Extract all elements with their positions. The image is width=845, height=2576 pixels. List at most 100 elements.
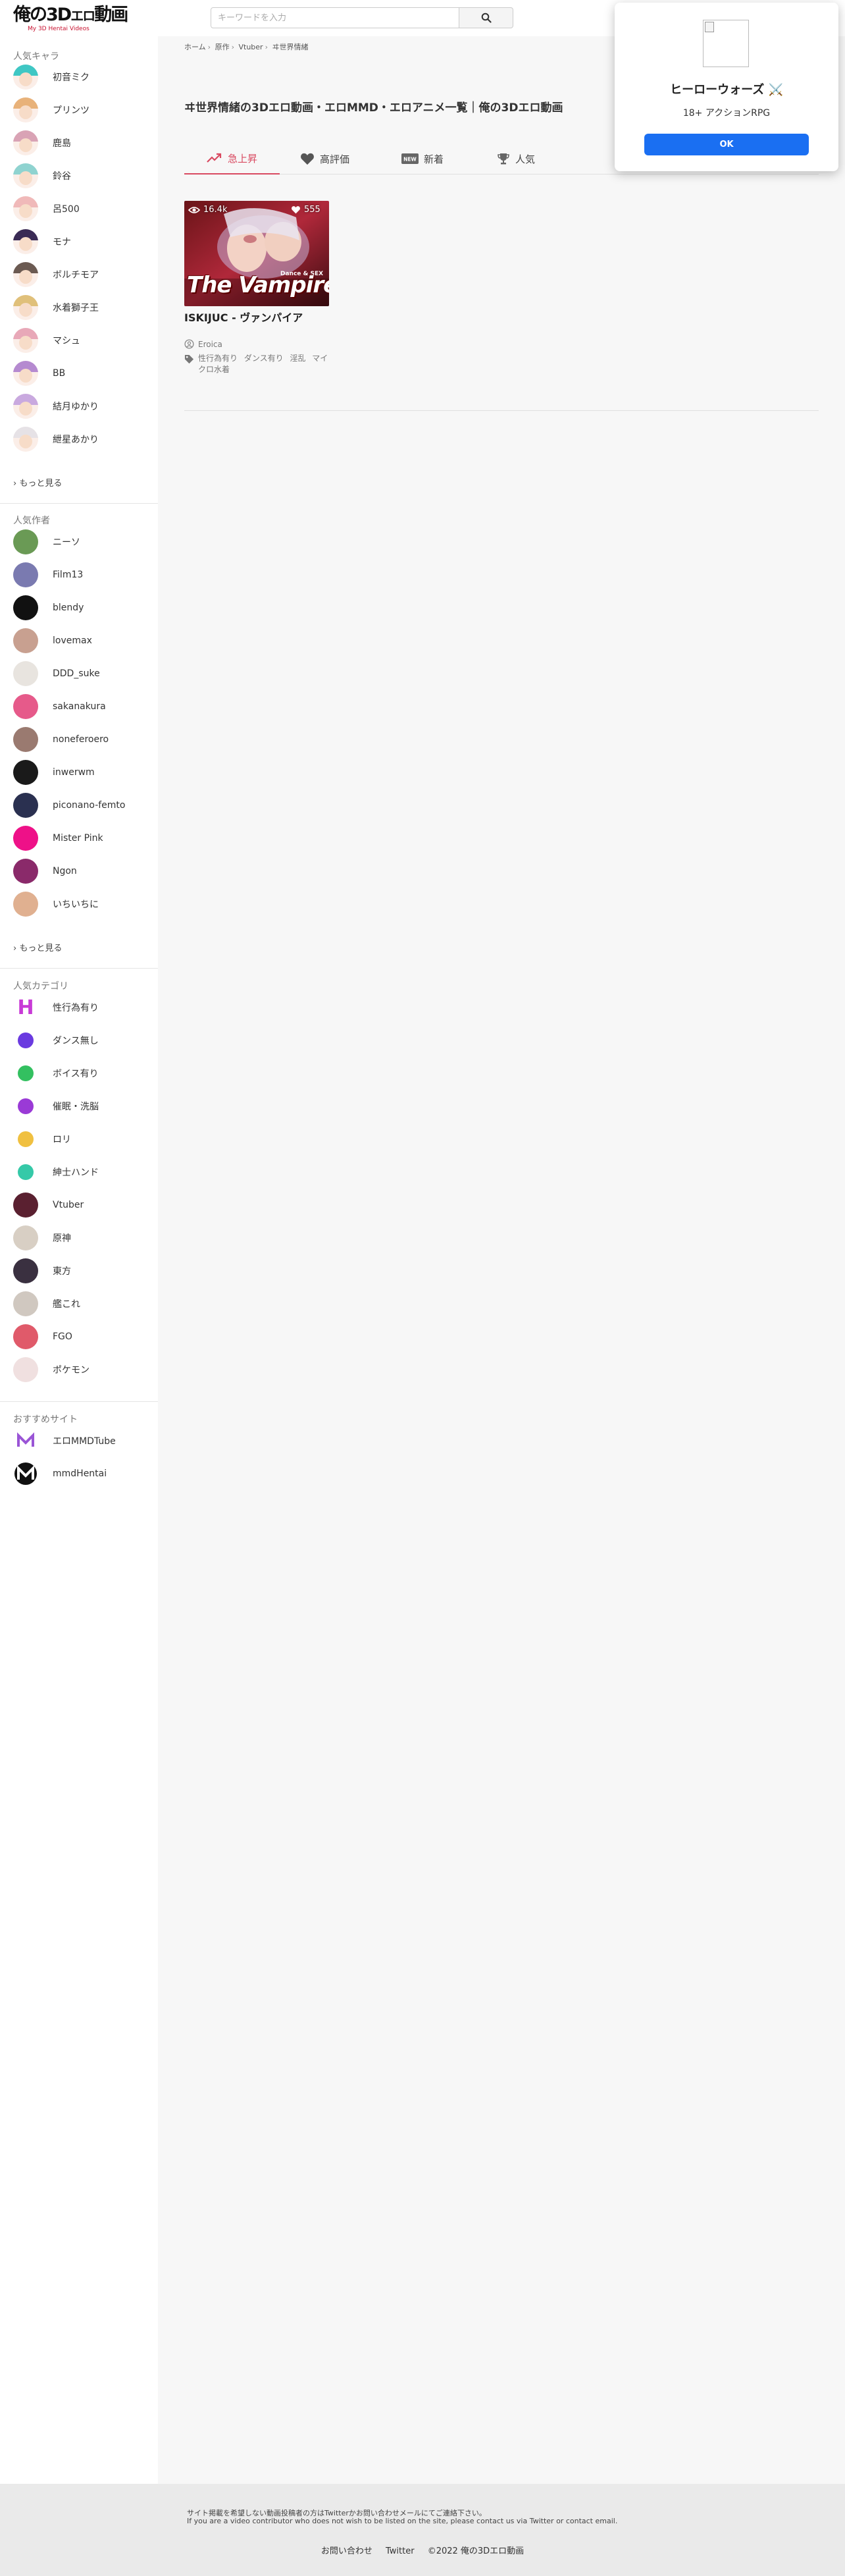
fgo-avatar <box>13 1324 38 1349</box>
sidebar-item-label: Vtuber <box>53 1200 84 1210</box>
sidebar-item-category[interactable]: 艦これ <box>13 1287 158 1320</box>
sidebar-item-label: FGO <box>53 1331 72 1342</box>
avatar <box>13 562 38 587</box>
sidebar-item-author[interactable]: いちいちに <box>13 888 158 921</box>
sidebar-item-character[interactable]: モナ <box>13 225 158 258</box>
tab-popular[interactable]: 人気 <box>497 143 535 174</box>
avatar-face <box>19 105 32 119</box>
sidebar-item-character[interactable]: 鈴谷 <box>13 159 158 192</box>
breadcrumb-original[interactable]: 原作 <box>215 43 230 51</box>
popup-ok-button[interactable]: OK <box>644 134 809 155</box>
sidebar-item-character[interactable]: 初音ミク <box>13 61 158 94</box>
twitter-link[interactable]: Twitter <box>386 2546 415 2556</box>
section-title-recommended: おすすめサイト <box>13 1414 78 1425</box>
tag-link[interactable]: ダンス有り <box>244 354 284 363</box>
contact-link[interactable]: お問い合わせ <box>321 2546 372 2556</box>
user-circle-icon <box>184 339 194 349</box>
eye-icon <box>188 206 200 213</box>
sidebar-item-author[interactable]: Film13 <box>13 558 158 591</box>
sidebar-item-character[interactable]: 呂500 <box>13 192 158 225</box>
kancolle-avatar <box>13 1291 38 1316</box>
sidebar-item-author[interactable]: Mister Pink <box>13 822 158 855</box>
section-title-authors: 人気作者 <box>13 516 50 526</box>
tag-icon <box>184 354 194 364</box>
sidebar-item-category[interactable]: Vtuber <box>13 1189 158 1221</box>
sidebar-item-category[interactable]: ロリ <box>13 1123 158 1156</box>
site-logo[interactable]: 俺の3Dエロ動画 My 3D Hentai Videos <box>13 5 128 33</box>
sidebar-item-author[interactable]: Ngon <box>13 855 158 888</box>
avatar-face <box>19 237 32 251</box>
tag-link[interactable]: 淫乱 <box>290 354 305 363</box>
search-button[interactable] <box>459 7 513 28</box>
search-input[interactable] <box>211 7 459 28</box>
sidebar-item-label: 結月ゆかり <box>53 402 99 412</box>
sidebar-item-character[interactable]: BB <box>13 357 158 390</box>
sidebar-item-label: ポケモン <box>53 1365 90 1376</box>
sidebar-item-category[interactable]: ダンス無し <box>13 1024 158 1057</box>
sidebar-item-label: いちいちに <box>53 899 99 910</box>
video-thumbnail[interactable]: 16.4k 555 Dance & SEX The Vampire <box>184 201 329 306</box>
sidebar-item-category[interactable]: 紳士ハンド <box>13 1156 158 1189</box>
sidebar-item-character[interactable]: 結月ゆかり <box>13 390 158 423</box>
sidebar-item-label: 艦これ <box>53 1299 80 1310</box>
sidebar-item-category[interactable]: ボイス有り <box>13 1057 158 1090</box>
sidebar-item-category[interactable]: 原神 <box>13 1221 158 1254</box>
sidebar-item-label: 初音ミク <box>53 72 90 83</box>
sidebar-item-label: blendy <box>53 603 84 613</box>
sidebar-item-character[interactable]: 鹿島 <box>13 126 158 159</box>
authors-more-link[interactable]: › もっと見る <box>13 941 62 953</box>
sidebar-item-author[interactable]: blendy <box>13 591 158 624</box>
sidebar-item-label: 鹿島 <box>53 138 71 149</box>
h-letter-icon: H <box>17 996 34 1019</box>
sidebar-item-author[interactable]: DDD_suke <box>13 657 158 690</box>
dancer-icon <box>13 1028 38 1053</box>
sidebar-item-character[interactable]: プリンツ <box>13 94 158 126</box>
broken-image-icon <box>705 22 714 32</box>
footer-links: お問い合わせ Twitter ©2022 俺の3Dエロ動画 <box>0 2544 845 2556</box>
breadcrumb: ホーム › 原作 › Vtuber › ヰ世界情緒 <box>184 43 309 51</box>
sidebar-item-label: sakanakura <box>53 701 106 712</box>
video-author[interactable]: Eroica <box>184 339 329 349</box>
sidebar-item-author[interactable]: inwerwm <box>13 756 158 789</box>
avatar-face <box>19 303 32 317</box>
sidebar-item-author[interactable]: noneferoero <box>13 723 158 756</box>
breadcrumb-vtuber[interactable]: Vtuber <box>238 43 263 51</box>
vtuber-avatar <box>13 1193 38 1218</box>
breadcrumb-current[interactable]: ヰ世界情緒 <box>272 43 308 51</box>
tab-top-rated[interactable]: 高評価 <box>300 143 349 174</box>
sidebar-item-category[interactable]: ポケモン <box>13 1353 158 1386</box>
logo-subtitle: My 3D Hentai Videos <box>28 26 90 32</box>
sidebar-item-character[interactable]: マシュ <box>13 324 158 357</box>
sidebar-item-label: Ngon <box>53 866 77 876</box>
sidebar-item-site[interactable]: エロMMDTube <box>13 1424 158 1457</box>
sidebar-item-character[interactable]: 紲星あかり <box>13 423 158 456</box>
sidebar-item-author[interactable]: piconano-femto <box>13 789 158 822</box>
video-title[interactable]: ISKIJUC - ヴァンパイア <box>184 309 329 325</box>
tab-new[interactable]: NEW 新着 <box>401 143 444 174</box>
avatar <box>13 427 38 452</box>
tab-trending[interactable]: 急上昇 <box>184 143 280 174</box>
sidebar-item-author[interactable]: ニーソ <box>13 525 158 558</box>
sidebar-item-label: 鈴谷 <box>53 171 71 182</box>
tag-link[interactable]: 性行為有り <box>198 354 238 363</box>
avatar <box>13 229 38 254</box>
sidebar-item-category[interactable]: 催眠・洗脳 <box>13 1090 158 1123</box>
breadcrumb-home[interactable]: ホーム <box>184 43 206 51</box>
popup-subtitle: 18+ アクションRPG <box>682 108 771 119</box>
sidebar-item-character[interactable]: 水着獅子王 <box>13 291 158 324</box>
content-divider <box>184 410 819 411</box>
sidebar-item-category[interactable]: H 性行為有り <box>13 991 158 1024</box>
section-title-categories: 人気カテゴリ <box>13 981 68 992</box>
sidebar-item-label: モナ <box>53 237 71 248</box>
video-tags: 性行為有り ダンス有り 淫乱 マイクロ水着 <box>184 353 329 375</box>
sidebar-item-author[interactable]: sakanakura <box>13 690 158 723</box>
sidebar-item-character[interactable]: ボルチモア <box>13 258 158 291</box>
avatar-face <box>19 270 32 284</box>
heart-icon <box>301 153 314 165</box>
sidebar-item-category[interactable]: FGO <box>13 1320 158 1353</box>
sidebar-item-author[interactable]: lovemax <box>13 624 158 657</box>
characters-more-link[interactable]: › もっと見る <box>13 476 62 489</box>
sidebar-item-site[interactable]: mmdHentai <box>13 1457 158 1490</box>
sidebar-item-category[interactable]: 東方 <box>13 1254 158 1287</box>
avatar-face <box>19 369 32 383</box>
